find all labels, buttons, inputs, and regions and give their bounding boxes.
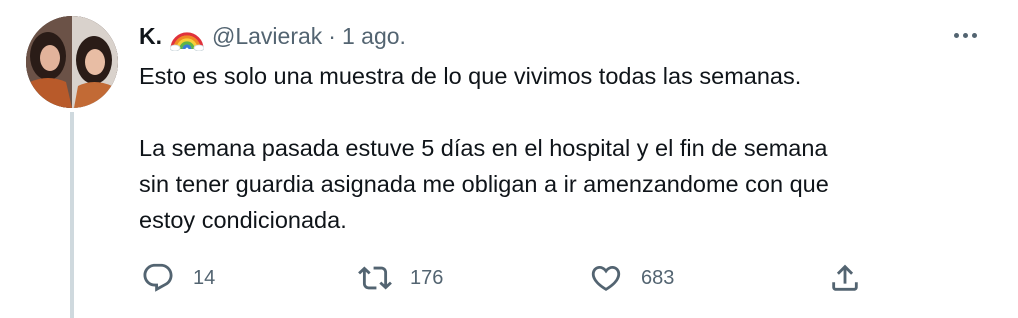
tweet-header: K. @Lavierak · 1 ago.	[139, 18, 406, 54]
share-button[interactable]	[828, 258, 862, 298]
timestamp[interactable]: 1 ago.	[342, 23, 406, 50]
more-horizontal-icon	[953, 32, 959, 38]
retweet-count: 176	[410, 266, 444, 289]
more-dot	[962, 32, 968, 38]
tweet-paragraph-2: La semana pasada estuve 5 días en el hos…	[139, 135, 829, 233]
share-icon	[828, 261, 862, 295]
more-dot	[971, 32, 977, 38]
reply-button[interactable]: 14	[141, 258, 215, 298]
like-button[interactable]: 683	[589, 258, 674, 298]
display-name[interactable]: K.	[139, 23, 162, 50]
heart-icon	[589, 261, 623, 295]
retweet-button[interactable]: 176	[358, 258, 443, 298]
reply-icon	[141, 261, 175, 295]
more-options-button[interactable]	[948, 22, 982, 48]
action-bar: 14 176 683	[139, 258, 869, 298]
reply-count: 14	[193, 266, 216, 289]
avatar[interactable]	[26, 16, 118, 108]
user-handle[interactable]: @Lavierak	[212, 23, 322, 50]
tweet-paragraph-1: Esto es solo una muestra de lo que vivim…	[139, 63, 802, 89]
separator-dot: ·	[328, 22, 336, 49]
tweet[interactable]: K. @Lavierak · 1 ago. Esto es solo una m…	[0, 0, 1018, 318]
thread-line	[70, 112, 74, 318]
avatar-image	[26, 16, 118, 108]
tweet-text: Esto es solo una muestra de lo que vivim…	[139, 58, 979, 238]
like-count: 683	[641, 266, 675, 289]
rainbow-emoji-icon	[169, 21, 205, 52]
retweet-icon	[358, 261, 392, 295]
